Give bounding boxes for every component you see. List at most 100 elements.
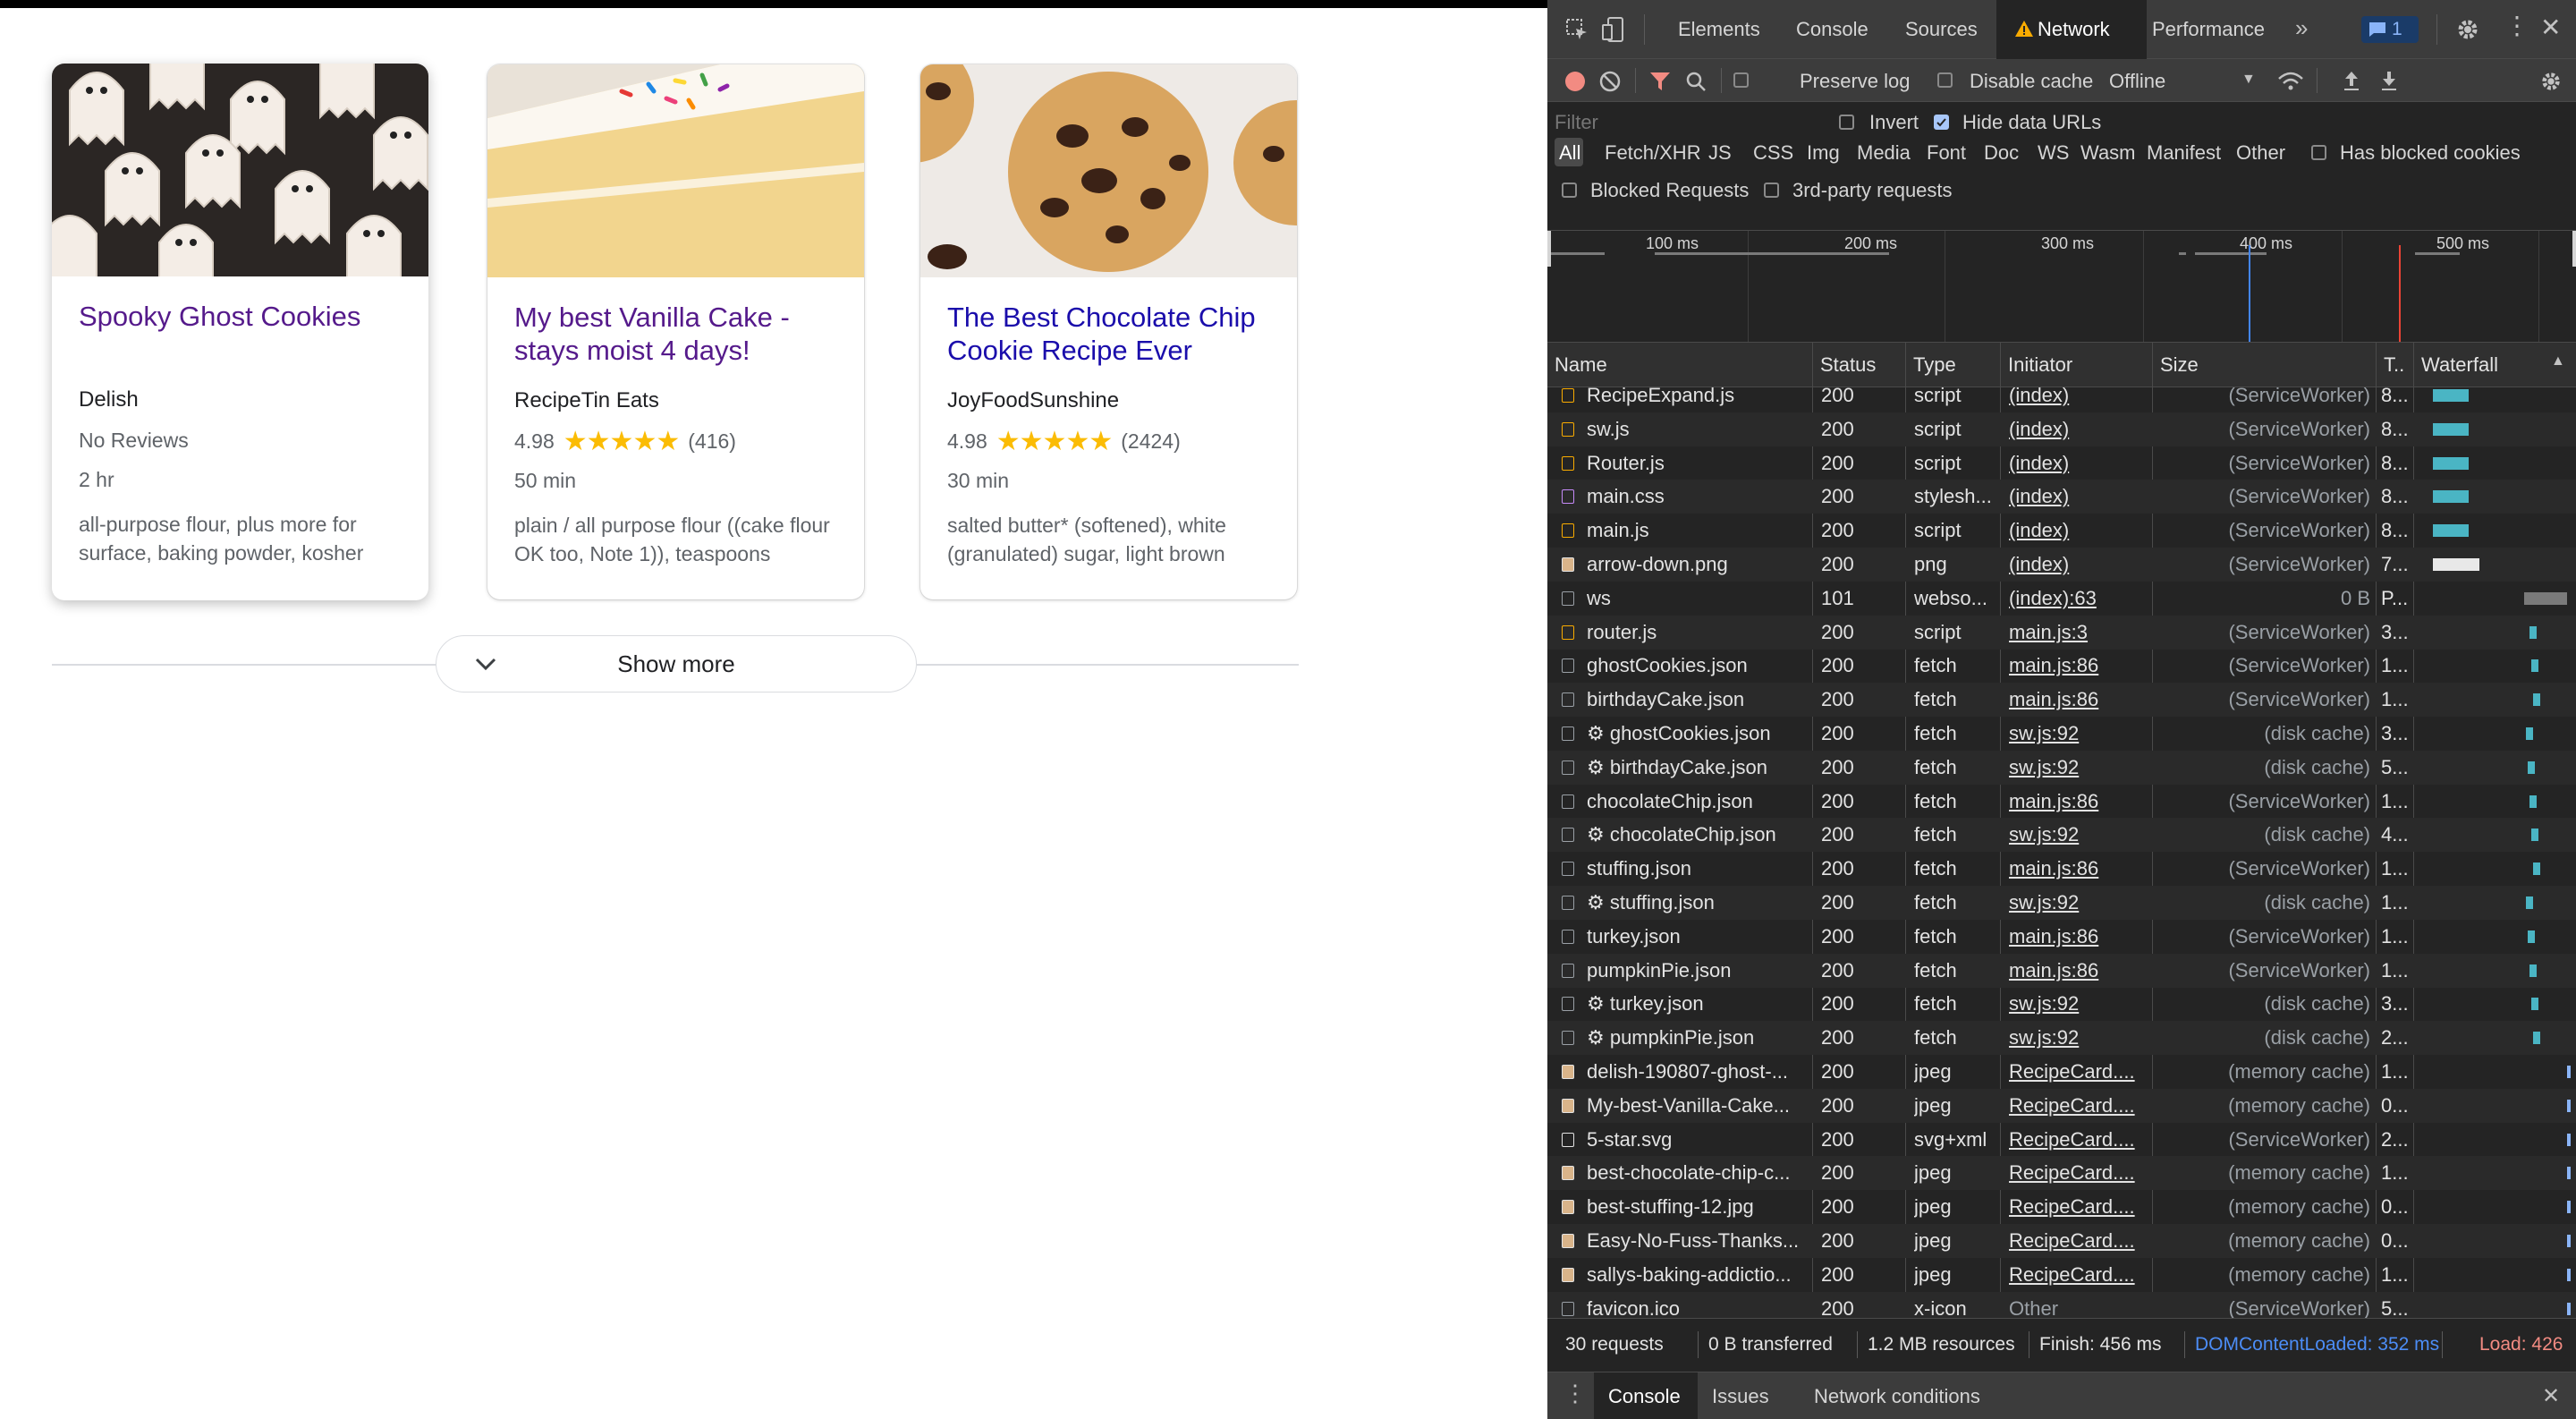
inspect-element-icon[interactable]	[1565, 18, 1589, 41]
gear-icon[interactable]	[2456, 18, 2479, 41]
type-filter-ws[interactable]: WS	[2038, 141, 2069, 165]
request-initiator[interactable]: RecipeCard....	[2009, 1224, 2147, 1258]
recipe-card[interactable]: The Best Chocolate Chip Cookie Recipe Ev…	[920, 64, 1297, 599]
col-name[interactable]: Name	[1547, 343, 1812, 387]
request-initiator[interactable]: (index)	[2009, 480, 2147, 514]
request-row[interactable]: Easy-No-Fuss-Thanks... 200 jpeg RecipeCard.…	[1547, 1224, 2576, 1258]
close-icon[interactable]: ✕	[2540, 13, 2561, 42]
issues-badge[interactable]: 1	[2361, 16, 2419, 43]
tab-performance[interactable]: Performance	[2152, 0, 2265, 59]
chevron-down-icon[interactable]: ▼	[2241, 72, 2256, 88]
col-time[interactable]: T..	[2376, 343, 2413, 387]
col-size[interactable]: Size	[2152, 343, 2376, 387]
request-initiator[interactable]: (index)	[2009, 514, 2147, 548]
request-initiator[interactable]: RecipeCard....	[2009, 1055, 2147, 1089]
request-initiator[interactable]: main.js:86	[2009, 785, 2147, 819]
request-row[interactable]: delish-190807-ghost-... 200 jpeg RecipeCard…	[1547, 1055, 2576, 1089]
kebab-menu-icon[interactable]: ⋮	[2504, 13, 2529, 39]
tab-elements[interactable]: Elements	[1678, 0, 1760, 59]
request-row[interactable]: ghostCookies.json 200 fetch main.js:86 (Serv…	[1547, 649, 2576, 683]
request-initiator[interactable]: sw.js:92	[2009, 717, 2147, 751]
type-filter-wasm[interactable]: Wasm	[2080, 141, 2136, 165]
third-party-requests-checkbox[interactable]	[1764, 183, 1779, 198]
type-filter-media[interactable]: Media	[1857, 141, 1911, 165]
request-row[interactable]: RecipeExpand.js 200 script (index) (ServiceW…	[1547, 387, 2576, 412]
request-row[interactable]: best-chocolate-chip-c... 200 jpeg RecipeCar…	[1547, 1156, 2576, 1191]
tab-sources[interactable]: Sources	[1905, 0, 1978, 59]
request-row[interactable]: arrow-down.png 200 png (index) (ServiceWorke…	[1547, 548, 2576, 582]
blocked-requests-checkbox[interactable]	[1562, 183, 1577, 198]
drawer-tab-console[interactable]: Console	[1608, 1385, 1681, 1408]
request-row[interactable]: main.js 200 script (index) (ServiceWorker) 8.…	[1547, 514, 2576, 548]
request-row[interactable]: birthdayCake.json 200 fetch main.js:86 (Serv…	[1547, 683, 2576, 718]
request-row[interactable]: ⚙ birthdayCake.json 200 fetch sw.js:92 (disk…	[1547, 750, 2576, 785]
request-initiator[interactable]: (index)	[2009, 548, 2147, 582]
request-row[interactable]: ⚙ stuffing.json 200 fetch sw.js:92 (disk cac…	[1547, 886, 2576, 920]
type-filter-doc[interactable]: Doc	[1984, 141, 2019, 165]
hide-data-urls-checkbox[interactable]	[1934, 115, 1949, 130]
download-icon[interactable]	[2379, 70, 2399, 91]
request-row[interactable]: sw.js 200 script (index) (ServiceWorker) 8...	[1547, 412, 2576, 446]
overview-timeline[interactable]: 100 ms 200 ms 300 ms 400 ms 500 ms	[1547, 231, 2576, 343]
request-initiator[interactable]: sw.js:92	[2009, 886, 2147, 920]
type-filter-js[interactable]: JS	[1708, 141, 1732, 165]
clear-icon[interactable]	[1599, 71, 1621, 92]
filter-input[interactable]	[1553, 107, 1816, 139]
request-initiator[interactable]: main.js:86	[2009, 683, 2147, 717]
has-blocked-cookies-checkbox[interactable]	[2311, 145, 2326, 160]
request-initiator[interactable]: RecipeCard....	[2009, 1156, 2147, 1190]
request-row[interactable]: ⚙ chocolateChip.json 200 fetch sw.js:92 (dis…	[1547, 818, 2576, 853]
request-row[interactable]: pumpkinPie.json 200 fetch main.js:86 (Servic…	[1547, 953, 2576, 988]
request-row[interactable]: chocolateChip.json 200 fetch main.js:86 (Ser…	[1547, 785, 2576, 819]
type-filter-other[interactable]: Other	[2236, 141, 2285, 165]
request-row[interactable]: 5-star.svg 200 svg+xml RecipeCard.... (Servi…	[1547, 1123, 2576, 1157]
recipe-title[interactable]: Spooky Ghost Cookies	[79, 300, 402, 389]
recipe-title[interactable]: My best Vanilla Cake - stays moist 4 day…	[514, 301, 837, 390]
throttling-select[interactable]: Offline	[2109, 70, 2165, 93]
sort-ascending-icon[interactable]: ▲	[2551, 353, 2565, 370]
request-row[interactable]: sallys-baking-addictio... 200 jpeg RecipeCa…	[1547, 1258, 2576, 1292]
request-row[interactable]: favicon.ico 200 x-icon Other (ServiceWorker)…	[1547, 1291, 2576, 1318]
recipe-card[interactable]: My best Vanilla Cake - stays moist 4 day…	[487, 64, 864, 599]
type-filter-font[interactable]: Font	[1927, 141, 1966, 165]
network-settings-icon[interactable]	[2540, 71, 2562, 92]
col-type[interactable]: Type	[1905, 343, 2000, 387]
request-row[interactable]: main.css 200 stylesh... (index) (ServiceWork…	[1547, 480, 2576, 514]
drawer-tab-network-conditions[interactable]: Network conditions	[1814, 1385, 1980, 1408]
request-row[interactable]: My-best-Vanilla-Cake... 200 jpeg RecipeCard…	[1547, 1088, 2576, 1123]
tab-network[interactable]: Network	[1996, 0, 2147, 59]
upload-icon[interactable]	[2342, 70, 2361, 91]
invert-checkbox[interactable]	[1839, 115, 1854, 130]
tab-console[interactable]: Console	[1796, 0, 1868, 59]
request-initiator[interactable]: main.js:86	[2009, 852, 2147, 886]
request-initiator[interactable]: sw.js:92	[2009, 818, 2147, 852]
show-more-button[interactable]: Show more	[436, 635, 917, 693]
recipe-card[interactable]: Spooky Ghost Cookies Delish No Reviews 2…	[52, 64, 428, 600]
request-row[interactable]: ⚙ pumpkinPie.json 200 fetch sw.js:92 (disk c…	[1547, 1021, 2576, 1056]
request-row[interactable]: ⚙ ghostCookies.json 200 fetch sw.js:92 (disk…	[1547, 717, 2576, 751]
type-filter-fetch-xhr[interactable]: Fetch/XHR	[1605, 141, 1701, 165]
request-initiator[interactable]: main.js:86	[2009, 954, 2147, 988]
request-row[interactable]: best-stuffing-12.jpg 200 jpeg RecipeCard...…	[1547, 1190, 2576, 1224]
request-row[interactable]: stuffing.json 200 fetch main.js:86 (ServiceW…	[1547, 852, 2576, 886]
request-initiator[interactable]: (index)	[2009, 412, 2147, 446]
request-initiator[interactable]: main.js:86	[2009, 649, 2147, 683]
col-initiator[interactable]: Initiator	[2000, 343, 2152, 387]
recipe-title[interactable]: The Best Chocolate Chip Cookie Recipe Ev…	[947, 301, 1270, 390]
request-initiator[interactable]: (index)	[2009, 387, 2147, 412]
type-filter-css[interactable]: CSS	[1753, 141, 1793, 165]
request-row[interactable]: router.js 200 script main.js:3 (ServiceWorke…	[1547, 615, 2576, 650]
request-row[interactable]: ⚙ turkey.json 200 fetch sw.js:92 (disk cache…	[1547, 987, 2576, 1021]
request-initiator[interactable]: main.js:3	[2009, 616, 2147, 650]
preserve-log-checkbox[interactable]	[1733, 72, 1749, 88]
type-filter-all[interactable]: All	[1559, 141, 1580, 165]
request-initiator[interactable]: sw.js:92	[2009, 1021, 2147, 1055]
col-status[interactable]: Status	[1812, 343, 1905, 387]
request-initiator[interactable]: main.js:86	[2009, 920, 2147, 954]
request-initiator[interactable]: (index):63	[2009, 582, 2147, 616]
disable-cache-checkbox[interactable]	[1937, 72, 1953, 88]
search-icon[interactable]	[1685, 71, 1707, 92]
request-initiator[interactable]: RecipeCard....	[2009, 1089, 2147, 1123]
type-filter-img[interactable]: Img	[1807, 141, 1840, 165]
network-conditions-icon[interactable]	[2277, 72, 2304, 91]
